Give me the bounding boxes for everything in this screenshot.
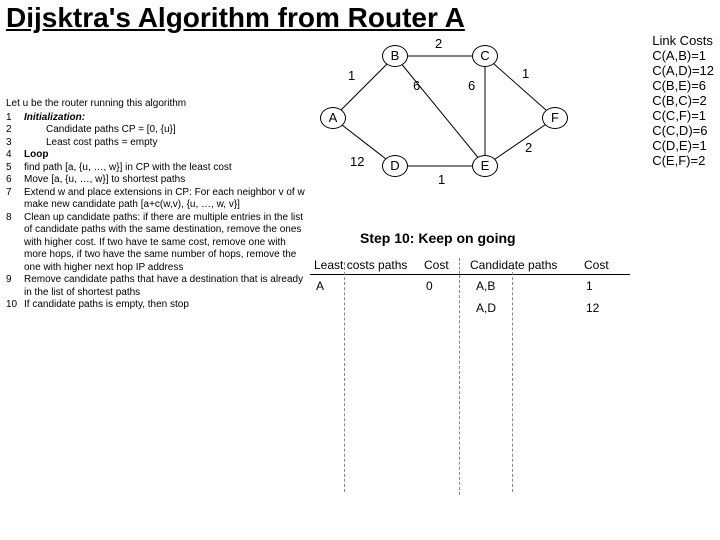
page-title: Dijsktra's Algorithm from Router A — [0, 0, 720, 36]
table-cell: 1 — [580, 275, 620, 297]
algo-line-num: 1 — [6, 112, 24, 125]
table-divider-1 — [344, 262, 345, 492]
algo-line-num: 7 — [6, 187, 24, 212]
algo-line-num: 9 — [6, 274, 24, 299]
node-d: D — [382, 155, 408, 177]
graph-edges — [320, 36, 580, 196]
algo-line-text: Loop — [24, 149, 306, 162]
edge-de: 1 — [438, 172, 445, 187]
algo-line: 4Loop — [6, 149, 306, 162]
th-least-paths: Least costs paths — [310, 258, 420, 274]
node-b: B — [382, 45, 408, 67]
algo-line: 1Initialization: — [6, 112, 306, 125]
algorithm-listing: Let u be the router running this algorit… — [6, 98, 306, 312]
table-cell: A — [310, 275, 420, 297]
edge-ce: 6 — [468, 78, 475, 93]
algo-line-text: Extend w and place extensions in CP: For… — [24, 187, 306, 212]
algo-line: 6Move [a, {u, …, w}] to shortest paths — [6, 174, 306, 187]
node-f: F — [542, 107, 568, 129]
algo-intro: Let u be the router running this algorit… — [6, 98, 306, 111]
link-cost-row: C(D,E)=1 — [652, 139, 714, 154]
algo-line-num: 2 — [6, 124, 24, 137]
table-cell: 12 — [580, 297, 620, 319]
algo-line: 5find path [a, {u, …, w}] in CP with the… — [6, 162, 306, 175]
step-caption: Step 10: Keep on going — [360, 230, 516, 246]
link-cost-row: C(A,D)=12 — [652, 64, 714, 79]
edge-ab: 1 — [348, 68, 355, 83]
link-cost-row: C(B,C)=2 — [652, 94, 714, 109]
node-e: E — [472, 155, 498, 177]
link-costs-heading: Link Costs — [652, 34, 714, 49]
node-a: A — [320, 107, 346, 129]
algo-line: 9Remove candidate paths that have a dest… — [6, 274, 306, 299]
th-cand-cost: Cost — [580, 258, 620, 274]
th-least-cost: Cost — [420, 258, 460, 274]
algo-line-num: 4 — [6, 149, 24, 162]
algo-line-text: Move [a, {u, …, w}] to shortest paths — [24, 174, 306, 187]
link-cost-row: C(C,F)=1 — [652, 109, 714, 124]
table-cell: A,B — [470, 275, 580, 297]
algo-line: 7Extend w and place extensions in CP: Fo… — [6, 187, 306, 212]
network-graph: A B C D E F 1 2 1 6 6 12 1 2 — [320, 36, 580, 196]
link-costs: Link Costs C(A,B)=1C(A,D)=12C(B,E)=6C(B,… — [652, 34, 714, 168]
algo-line: 8Clean up candidate paths: if there are … — [6, 212, 306, 275]
edge-ad: 12 — [350, 154, 364, 169]
algo-line-num: 5 — [6, 162, 24, 175]
algo-line-num: 6 — [6, 174, 24, 187]
algo-line: 10If candidate paths is empty, then stop — [6, 299, 306, 312]
th-cand-paths: Candidate paths — [460, 258, 580, 274]
algo-line-text: If candidate paths is empty, then stop — [24, 299, 306, 312]
table-cell: A,D — [470, 297, 580, 319]
link-cost-row: C(B,E)=6 — [652, 79, 714, 94]
link-cost-row: C(A,B)=1 — [652, 49, 714, 64]
link-cost-row: C(E,F)=2 — [652, 154, 714, 169]
algo-line-text: Least cost paths = empty — [24, 137, 306, 150]
algo-line-text: Remove candidate paths that have a desti… — [24, 274, 306, 299]
algo-line-text: Initialization: — [24, 112, 306, 125]
table-cell: 0 — [420, 275, 459, 297]
edge-cf: 1 — [522, 66, 529, 81]
table-divider-2 — [512, 262, 513, 492]
algo-line-text: Clean up candidate paths: if there are m… — [24, 212, 306, 275]
algo-line-text: Candidate paths CP = [0, {u}] — [24, 124, 306, 137]
algo-line-text: find path [a, {u, …, w}] in CP with the … — [24, 162, 306, 175]
edge-ef: 2 — [525, 140, 532, 155]
node-c: C — [472, 45, 498, 67]
edge-bc: 2 — [435, 36, 442, 51]
algo-line-num: 8 — [6, 212, 24, 275]
algo-line-num: 3 — [6, 137, 24, 150]
link-cost-row: C(C,D)=6 — [652, 124, 714, 139]
paths-tables: Least costs paths Cost Candidate paths C… — [310, 258, 630, 495]
edge-be: 6 — [413, 78, 420, 93]
algo-line-num: 10 — [6, 299, 24, 312]
algo-line: 2Candidate paths CP = [0, {u}] — [6, 124, 306, 137]
algo-line: 3Least cost paths = empty — [6, 137, 306, 150]
